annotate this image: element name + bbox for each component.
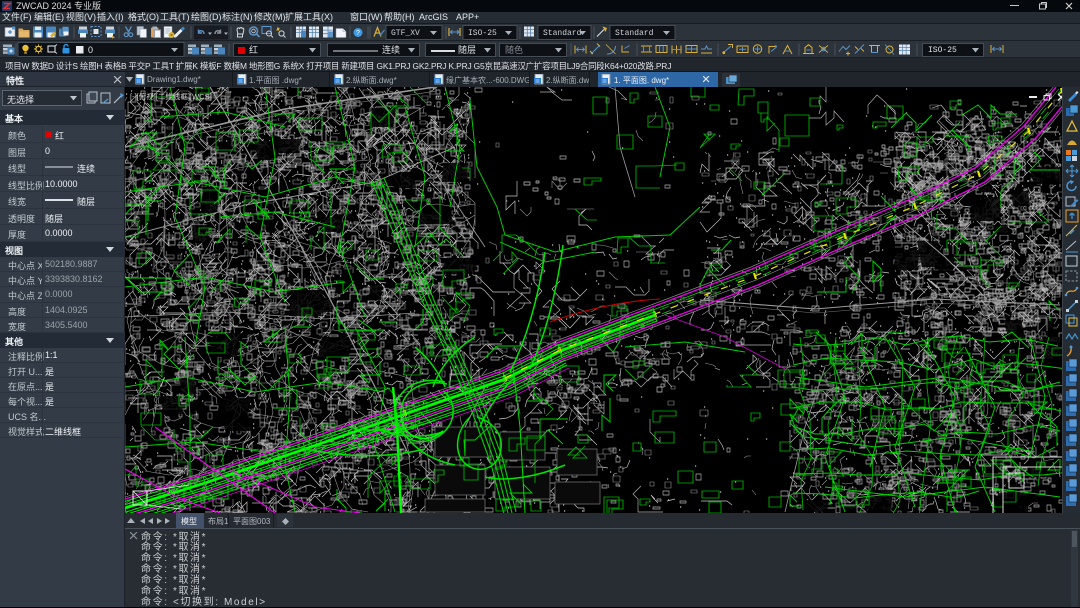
svg-text:GTF_XV: GTF_XV — [391, 29, 420, 38]
svg-text:ISO-25: ISO-25 — [468, 29, 497, 38]
svg-text:Standard: Standard — [615, 29, 654, 38]
svg-text:?: ? — [356, 30, 360, 37]
svg-text:Standard: Standard — [543, 29, 582, 38]
